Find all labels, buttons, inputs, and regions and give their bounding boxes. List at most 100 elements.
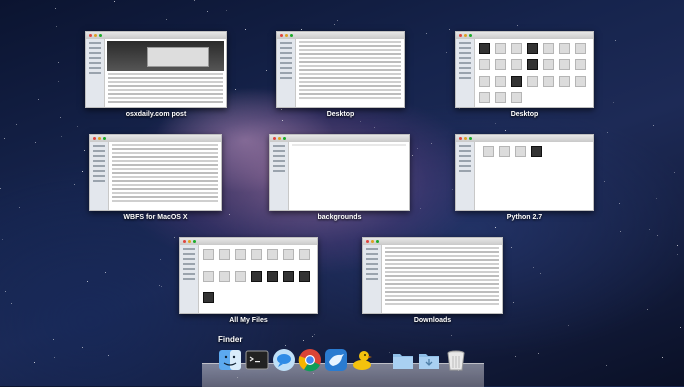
star <box>87 281 88 282</box>
window-desktop-icons[interactable]: Desktop <box>455 31 594 118</box>
star <box>674 172 675 173</box>
star <box>449 29 450 30</box>
star <box>303 340 304 341</box>
star <box>285 345 286 346</box>
star <box>314 334 315 335</box>
star <box>647 309 648 310</box>
messages-icon[interactable] <box>272 348 296 372</box>
star <box>34 362 35 363</box>
window-osxdaily-post[interactable]: osxdaily.com post <box>85 31 227 118</box>
star <box>105 272 106 273</box>
window-preview <box>455 134 594 211</box>
window-desktop-list[interactable]: Desktop <box>276 31 405 118</box>
star <box>505 130 506 131</box>
star <box>513 302 514 303</box>
window-all-my-files[interactable]: All My Files <box>179 237 318 324</box>
star <box>615 40 616 41</box>
star <box>657 235 658 236</box>
star <box>38 99 39 100</box>
window-preview <box>455 31 594 108</box>
window-label: backgrounds <box>317 214 362 221</box>
star <box>517 25 518 26</box>
star <box>538 353 539 354</box>
star <box>207 11 208 12</box>
finder-icon[interactable] <box>218 348 242 372</box>
window-preview <box>89 134 222 211</box>
star <box>108 355 109 356</box>
star <box>174 237 175 238</box>
trash-icon[interactable] <box>444 348 468 372</box>
cyberduck-icon[interactable] <box>350 348 374 372</box>
star <box>412 155 413 156</box>
star <box>0 188 1 189</box>
star <box>245 29 246 30</box>
star <box>653 125 654 126</box>
star <box>420 208 421 209</box>
star <box>515 356 516 357</box>
star <box>452 189 453 190</box>
terminal-icon[interactable] <box>245 348 269 372</box>
window-preview <box>179 237 318 314</box>
star <box>82 347 83 348</box>
window-label: WBFS for MacOS X <box>123 214 188 221</box>
star <box>604 181 605 182</box>
window-preview <box>362 237 503 314</box>
window-label: Python 2.7 <box>506 214 543 221</box>
star <box>74 184 75 185</box>
folder-icon[interactable] <box>391 348 415 372</box>
star <box>656 198 657 199</box>
star <box>16 124 17 125</box>
window-label: Desktop <box>510 111 539 118</box>
star <box>619 203 620 204</box>
star <box>607 132 608 133</box>
star <box>389 352 390 353</box>
star <box>161 286 162 287</box>
star <box>540 273 541 274</box>
app-group-label: Finder <box>218 335 243 344</box>
star <box>495 227 496 228</box>
window-label: Desktop <box>326 111 355 118</box>
star <box>334 24 335 25</box>
star <box>194 0 195 1</box>
star <box>82 171 83 172</box>
star <box>58 81 59 82</box>
star <box>360 121 361 122</box>
star <box>451 335 452 336</box>
star <box>511 247 512 248</box>
star <box>431 143 432 144</box>
star <box>312 336 313 337</box>
star <box>84 150 85 151</box>
star <box>533 267 534 268</box>
window-backgrounds[interactable]: backgrounds <box>269 134 410 221</box>
star <box>677 254 678 255</box>
star <box>649 229 650 230</box>
star <box>266 70 267 71</box>
star <box>282 120 283 121</box>
downloads-folder-icon[interactable] <box>417 348 441 372</box>
star <box>680 327 681 328</box>
star <box>77 126 78 127</box>
window-downloads[interactable]: Downloads <box>362 237 503 324</box>
star <box>61 136 62 137</box>
window-label: Downloads <box>413 317 452 324</box>
window-wbfs[interactable]: WBFS for MacOS X <box>89 134 222 221</box>
star <box>568 325 569 326</box>
window-python[interactable]: Python 2.7 <box>455 134 594 221</box>
star <box>5 291 6 292</box>
tweetbot-icon[interactable] <box>324 348 348 372</box>
star <box>281 109 282 110</box>
star <box>374 127 375 128</box>
star <box>662 357 663 358</box>
chrome-icon[interactable] <box>298 348 322 372</box>
window-preview <box>269 134 410 211</box>
star <box>4 138 5 139</box>
window-label: osxdaily.com post <box>125 111 187 118</box>
star <box>166 19 167 20</box>
star <box>613 102 614 103</box>
star <box>160 259 161 260</box>
star <box>114 1 115 2</box>
star <box>35 142 36 143</box>
star <box>426 33 427 34</box>
star <box>301 29 302 30</box>
star <box>53 339 54 340</box>
